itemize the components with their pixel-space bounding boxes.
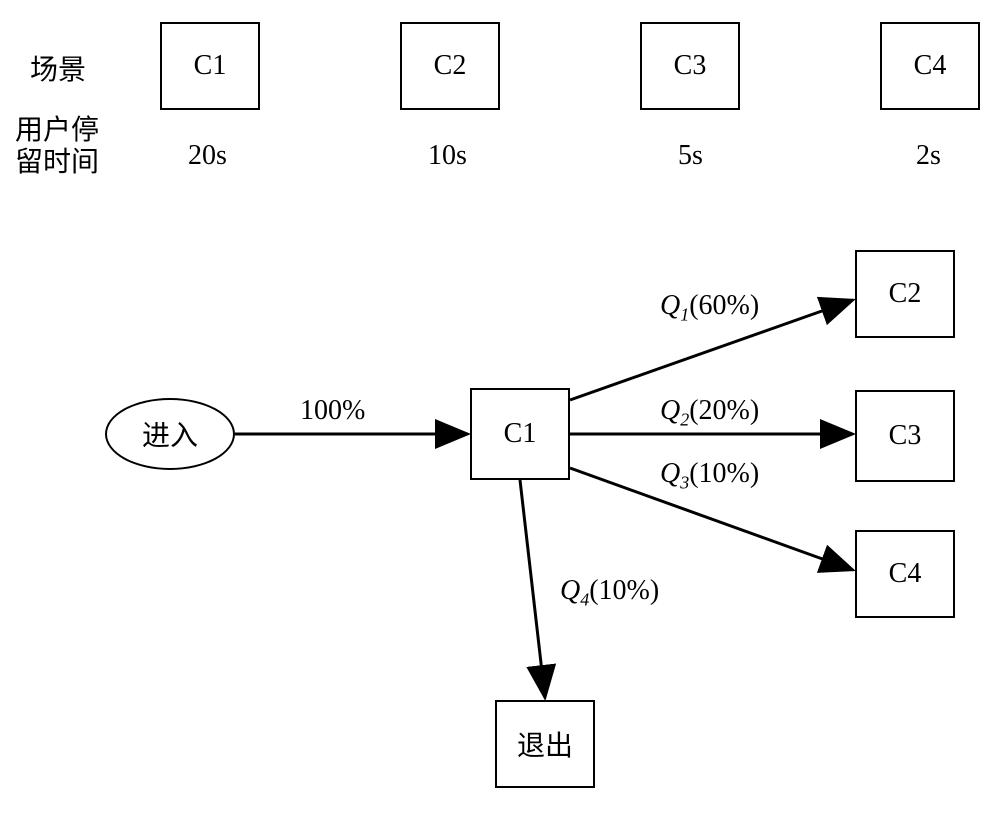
scene-box-c1: C1 xyxy=(160,22,260,110)
scene-box-label: C2 xyxy=(434,50,467,82)
flow-target-c2: C2 xyxy=(855,250,955,338)
prob-q2: Q2(20%) xyxy=(660,395,759,431)
flow-center-c1: C1 xyxy=(470,388,570,480)
q-sub: 2 xyxy=(680,410,689,430)
q-var: Q xyxy=(660,395,680,426)
flow-target-c4: C4 xyxy=(855,530,955,618)
q-var: Q xyxy=(660,458,680,489)
enter-node: 进入 xyxy=(105,398,235,470)
enter-label: 进入 xyxy=(142,414,198,454)
prob-100: 100% xyxy=(300,395,365,427)
flow-center-label: C1 xyxy=(504,418,537,450)
scene-box-label: C4 xyxy=(914,50,947,82)
flow-exit-label: 退出 xyxy=(517,724,573,764)
scene-label: 场景 xyxy=(30,48,86,88)
q-sub: 1 xyxy=(680,305,689,325)
q-var: Q xyxy=(660,290,680,321)
q-sub: 4 xyxy=(580,590,589,610)
scene-box-label: C1 xyxy=(194,50,227,82)
flow-target-label: C3 xyxy=(889,420,922,452)
dwell-time-value: 10s xyxy=(428,140,467,172)
q-var: Q xyxy=(560,575,580,606)
scene-box-c3: C3 xyxy=(640,22,740,110)
flow-target-c3: C3 xyxy=(855,390,955,482)
q-prob: (20%) xyxy=(689,395,759,426)
q-prob: (10%) xyxy=(689,458,759,489)
q-sub: 3 xyxy=(680,473,689,493)
scene-box-c4: C4 xyxy=(880,22,980,110)
q-prob: (10%) xyxy=(589,575,659,606)
flow-target-exit: 退出 xyxy=(495,700,595,788)
q-prob: (60%) xyxy=(689,290,759,321)
prob-q3: Q3(10%) xyxy=(660,458,759,494)
dwell-time-label-2: 留时间 xyxy=(15,140,99,180)
flow-target-label: C4 xyxy=(889,558,922,590)
prob-q1: Q1(60%) xyxy=(660,290,759,326)
dwell-time-value: 5s xyxy=(678,140,703,172)
scene-box-label: C3 xyxy=(674,50,707,82)
prob-q4: Q4(10%) xyxy=(560,575,659,611)
dwell-time-value: 2s xyxy=(916,140,941,172)
scene-box-c2: C2 xyxy=(400,22,500,110)
flow-target-label: C2 xyxy=(889,278,922,310)
dwell-time-value: 20s xyxy=(188,140,227,172)
